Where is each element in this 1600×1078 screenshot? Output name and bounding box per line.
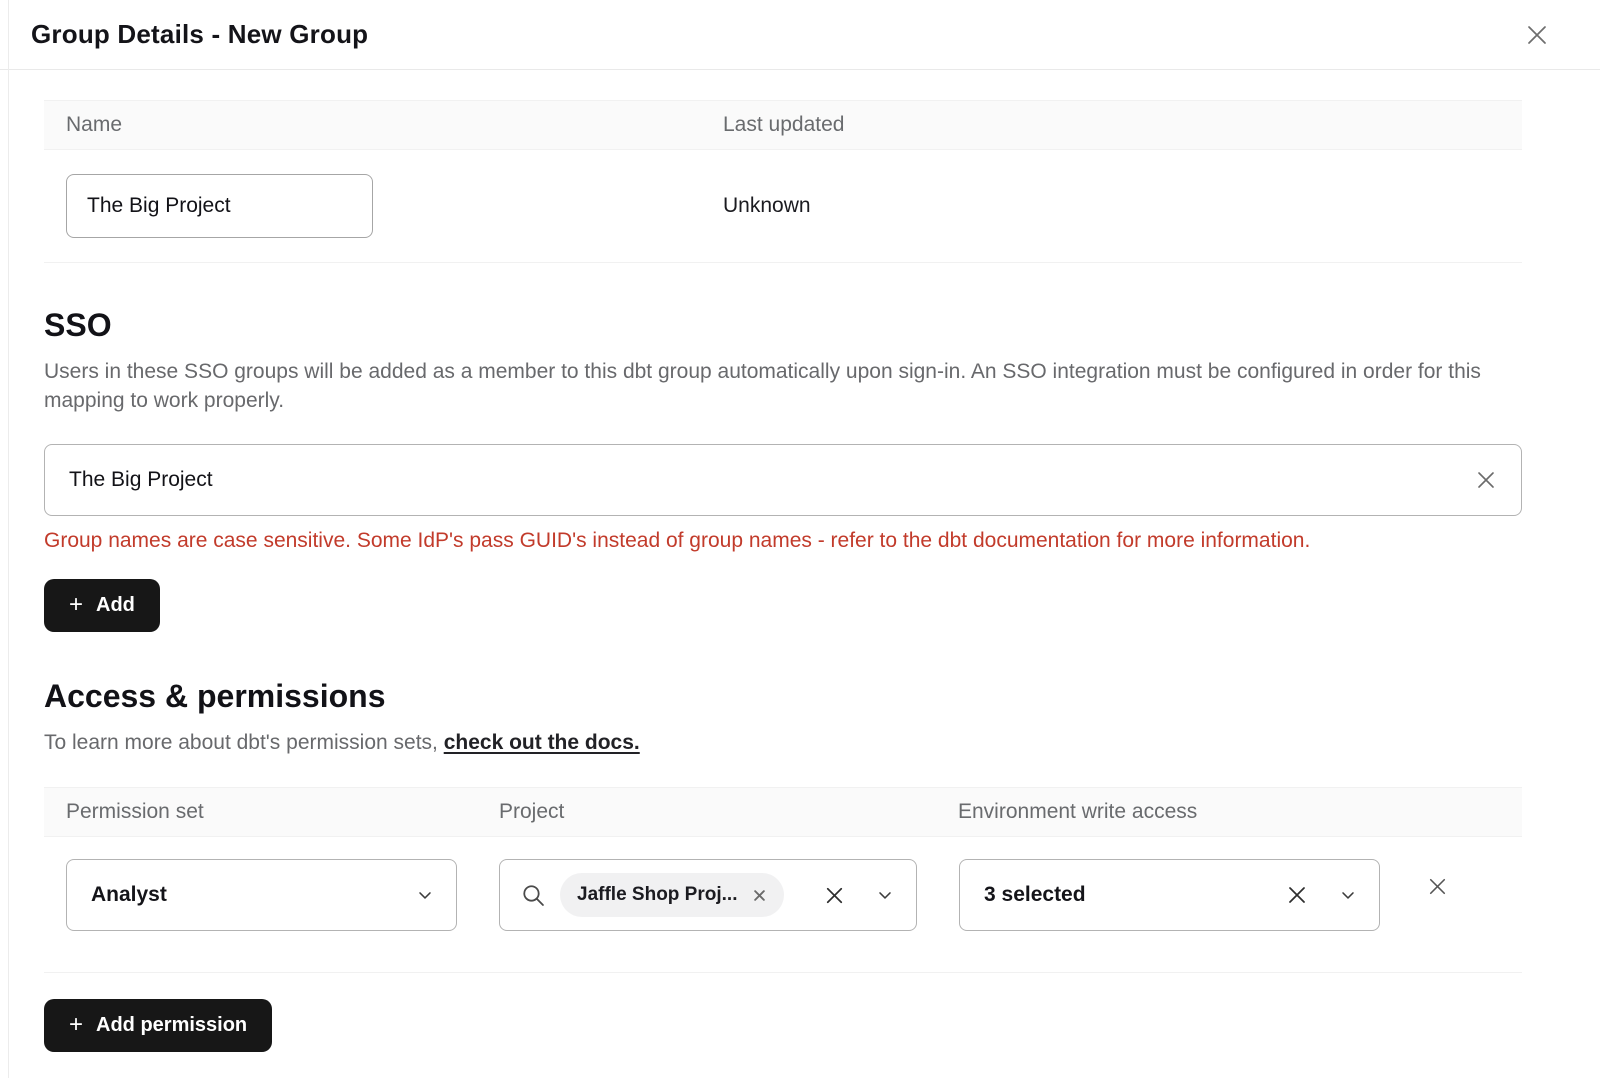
sso-heading: SSO: [44, 307, 1522, 344]
environment-write-access-value: 3 selected: [984, 883, 1086, 907]
project-chip-label: Jaffle Shop Proj...: [577, 884, 737, 906]
access-description-text: To learn more about dbt's permission set…: [44, 731, 444, 754]
column-header-last-updated: Last updated: [723, 113, 844, 137]
permission-set-select[interactable]: Analyst: [66, 859, 457, 931]
clear-icon[interactable]: [821, 882, 848, 909]
page-title: Group Details - New Group: [31, 19, 368, 50]
column-header-project: Project: [499, 800, 958, 824]
column-header-permission-set: Permission set: [66, 800, 499, 824]
group-name-input[interactable]: [66, 174, 373, 238]
column-header-name: Name: [66, 113, 723, 137]
chip-remove-icon[interactable]: [752, 888, 767, 903]
column-header-environment-write-access: Environment write access: [958, 800, 1197, 824]
environment-write-access-select[interactable]: 3 selected: [959, 859, 1380, 931]
search-icon: [520, 882, 547, 909]
permissions-table-header: Permission set Project Environment write…: [44, 787, 1522, 837]
permission-set-value: Analyst: [91, 883, 167, 907]
sso-section: SSO Users in these SSO groups will be ad…: [44, 307, 1522, 632]
sso-group-field: [44, 444, 1522, 516]
clear-icon: [1472, 466, 1500, 494]
sso-warning-text: Group names are case sensitive. Some IdP…: [44, 529, 1522, 553]
docs-link[interactable]: check out the docs.: [444, 731, 640, 754]
panel-left-edge: [8, 0, 9, 1078]
permission-row: Analyst Jaffle Shop Proj...: [44, 837, 1522, 973]
clear-icon[interactable]: [1283, 881, 1311, 909]
last-updated-value: Unknown: [723, 194, 811, 218]
chevron-down-icon: [415, 885, 435, 905]
sso-group-input[interactable]: [44, 444, 1522, 516]
project-multiselect[interactable]: Jaffle Shop Proj...: [499, 859, 917, 931]
add-permission-button[interactable]: + Add permission: [44, 999, 272, 1052]
chevron-down-icon: [875, 885, 895, 905]
plus-icon: +: [69, 593, 83, 617]
group-table-header: Name Last updated: [44, 100, 1522, 150]
project-chip: Jaffle Shop Proj...: [560, 873, 784, 917]
access-heading: Access & permissions: [44, 678, 1522, 715]
delete-row-icon: [1424, 873, 1451, 900]
close-button[interactable]: [1521, 19, 1553, 51]
group-name-section: Name Last updated Unknown: [44, 100, 1522, 263]
chevron-down-icon: [1338, 885, 1358, 905]
plus-icon: +: [69, 1013, 83, 1037]
sso-clear-button[interactable]: [1472, 466, 1500, 494]
access-permissions-section: Access & permissions To learn more about…: [44, 678, 1522, 1052]
permissions-table: Permission set Project Environment write…: [44, 787, 1522, 973]
add-sso-group-button[interactable]: + Add: [44, 579, 160, 632]
modal-body: Name Last updated Unknown SSO Users in t…: [0, 100, 1600, 1052]
delete-permission-button[interactable]: [1424, 873, 1451, 900]
group-table-row: Unknown: [44, 150, 1522, 263]
modal-header: Group Details - New Group: [0, 0, 1600, 70]
sso-description: Users in these SSO groups will be added …: [44, 357, 1519, 415]
close-icon: [1521, 19, 1553, 51]
group-name-cell: [66, 174, 723, 238]
add-button-label: Add: [96, 594, 135, 617]
access-description: To learn more about dbt's permission set…: [44, 728, 1519, 757]
add-permission-button-label: Add permission: [96, 1014, 247, 1037]
